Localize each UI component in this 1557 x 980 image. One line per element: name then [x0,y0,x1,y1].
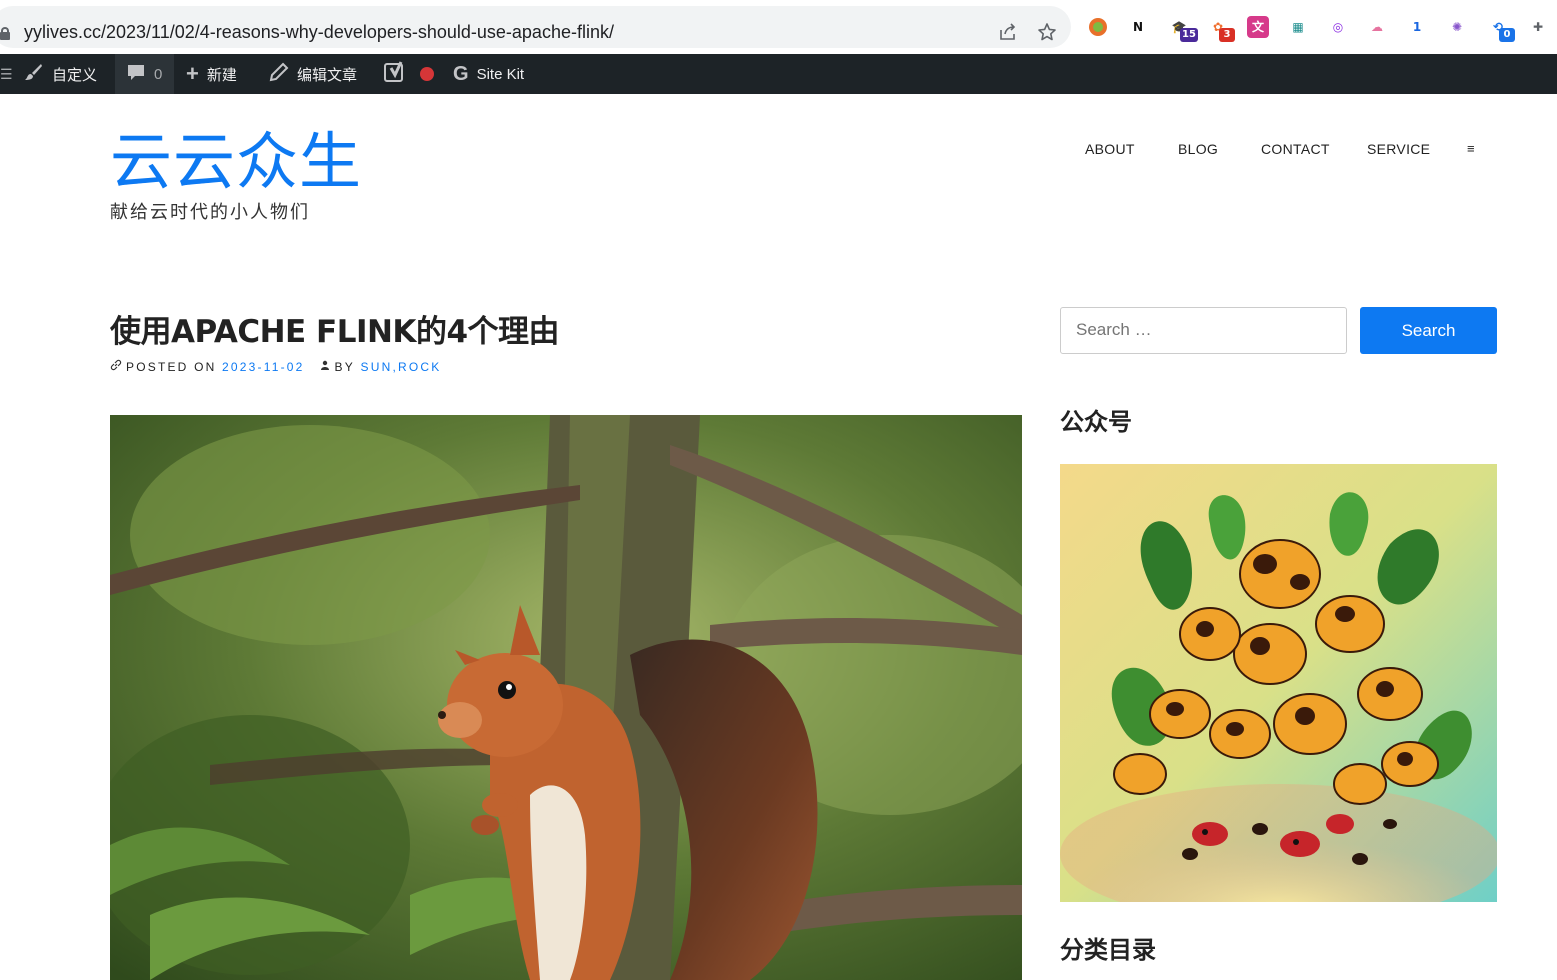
comment-bubble-icon [126,62,146,87]
graduation-cap-extension-icon[interactable]: 🎓 15 [1168,16,1198,42]
comments-link[interactable]: 0 [115,54,174,94]
seo-status-dot[interactable] [420,54,434,94]
nav-blog[interactable]: BLOG [1178,141,1218,157]
post-meta: POSTED ON 2023-11-02 BY SUN , ROCK [110,359,441,374]
site-kit-label: Site Kit [476,65,525,83]
wp-admin-bar: ☰ 自定义 0 + 新建 编辑文章 G Site Kit [0,54,1557,94]
customize-label: 自定义 [52,66,98,84]
notion-extension-icon[interactable]: N [1127,16,1149,38]
puzzle-extensions-icon[interactable]: ✚ [1527,16,1549,38]
browser-toolbar: yylives.cc/2023/11/02/4-reasons-why-deve… [0,0,1557,54]
url-text[interactable]: yylives.cc/2023/11/02/4-reasons-why-deve… [24,22,614,43]
refresh-extension-icon[interactable]: ⟲ 0 [1487,16,1515,42]
star-icon[interactable] [1036,22,1058,44]
yoast-icon [384,61,406,87]
edit-post-link[interactable]: 编辑文章 [269,54,357,94]
pencil-icon [269,62,289,87]
post-date-link[interactable]: 2023-11-02 [222,360,305,374]
google-g-icon: G [453,62,469,85]
graduation-cap-extension-badge: 15 [1180,28,1198,42]
wechat-widget-title: 公众号 [1060,408,1132,436]
grid-extension-icon[interactable]: ▦ [1287,16,1309,38]
nav-service[interactable]: SERVICE [1367,141,1430,157]
flower-extension-icon[interactable]: ✿ 3 [1207,16,1235,42]
refresh-extension-badge: 0 [1499,28,1515,42]
openai-extension-icon[interactable]: ✺ [1446,16,1468,38]
user-icon [319,359,331,374]
author-link-sun[interactable]: SUN [361,360,393,374]
edit-post-label: 编辑文章 [297,66,358,84]
comments-count: 0 [154,65,163,83]
nav-contact[interactable]: CONTACT [1261,141,1330,157]
new-label: 新建 [206,66,237,84]
plus-icon: + [186,61,199,86]
circle-extension-icon[interactable] [1087,16,1109,38]
nav-about[interactable]: ABOUT [1085,141,1135,157]
lr-extension-icon[interactable]: ◎ [1327,16,1349,38]
translate-extension-icon[interactable]: 文 [1247,16,1269,38]
paintbrush-icon [24,62,44,87]
flower-extension-badge: 3 [1219,28,1235,42]
number-one-extension-icon[interactable]: 1 [1406,16,1428,38]
search-input[interactable]: Search … [1060,307,1347,354]
yoast-seo-link[interactable] [384,54,406,94]
site-kit-link[interactable]: G Site Kit [453,54,524,94]
lock-icon[interactable] [0,27,10,40]
link-icon [110,359,122,374]
share-icon[interactable] [997,22,1019,44]
new-content-link[interactable]: + 新建 [186,54,237,94]
site-description: 献给云时代的小人物们 [110,202,310,223]
author-link-rock[interactable]: ROCK [398,360,441,374]
menu-icon[interactable]: ≡ [1467,141,1475,156]
customize-link[interactable]: 自定义 [24,54,97,94]
menu-toggle-icon[interactable]: ☰ [0,54,13,94]
posted-on-label: POSTED ON [126,359,217,374]
address-bar[interactable]: yylives.cc/2023/11/02/4-reasons-why-deve… [0,6,1071,48]
featured-image-squirrel [110,415,1022,980]
wechat-account-image [1060,464,1497,902]
by-label: BY [334,359,355,374]
cloud-extension-icon[interactable]: ☁ [1366,16,1388,38]
search-button[interactable]: Search [1360,307,1497,354]
categories-widget-title: 分类目录 [1060,936,1156,964]
post-title: 使用APACHE FLINK的4个理由 [110,314,560,350]
site-title[interactable]: 云云众生 [110,126,362,198]
